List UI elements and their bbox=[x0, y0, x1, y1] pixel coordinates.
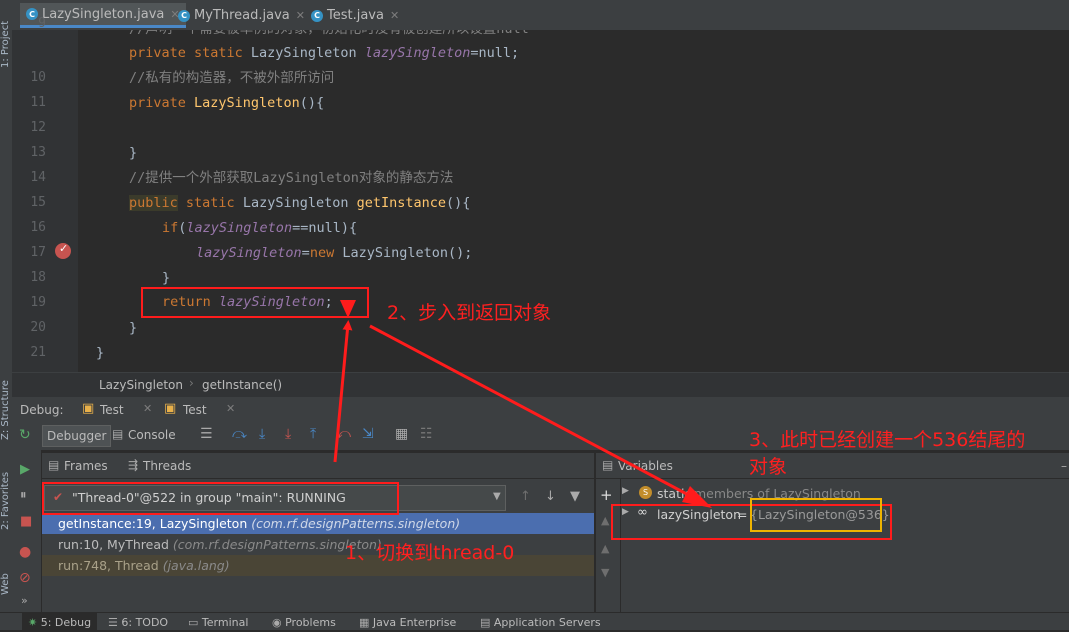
annotation-step-3-line2: 对象 bbox=[749, 456, 788, 478]
annotation-step-3-line1: 3、此时已经创建一个536结尾的 bbox=[749, 429, 1026, 451]
annotation-step-1: 1、切换到thread-0 bbox=[345, 542, 515, 564]
arrow-to-return-line bbox=[333, 320, 353, 463]
arrow-to-variable bbox=[369, 324, 699, 502]
annotation-step-2: 2、步入到返回对象 bbox=[387, 302, 552, 324]
